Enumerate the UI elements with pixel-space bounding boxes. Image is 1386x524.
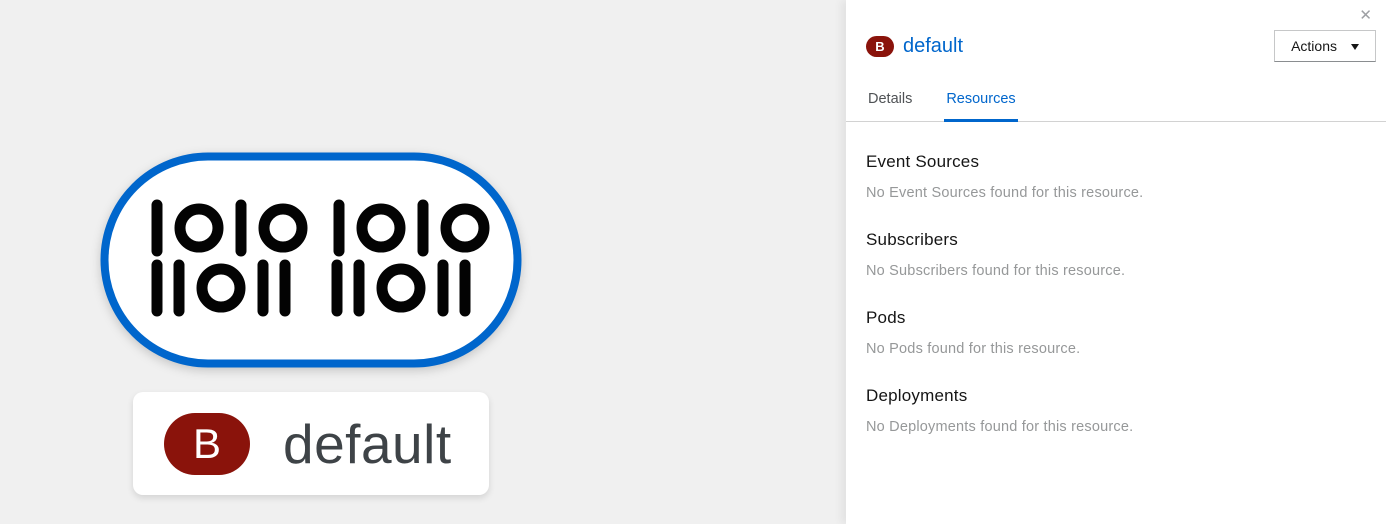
- section-subscribers: Subscribers No Subscribers found for thi…: [866, 230, 1366, 279]
- actions-dropdown[interactable]: Actions: [1274, 30, 1376, 62]
- actions-label: Actions: [1291, 38, 1337, 54]
- resource-side-panel: ✕ B default Actions Details Resources Ev…: [846, 0, 1386, 524]
- broker-node-label[interactable]: B default: [133, 392, 489, 495]
- empty-state-text: No Pods found for this resource.: [866, 341, 1366, 357]
- close-icon[interactable]: ✕: [1355, 4, 1376, 27]
- section-heading: Pods: [866, 308, 1366, 328]
- broker-badge: B: [866, 36, 894, 57]
- empty-state-text: No Deployments found for this resource.: [866, 419, 1366, 435]
- section-event-sources: Event Sources No Event Sources found for…: [866, 152, 1366, 201]
- section-heading: Event Sources: [866, 152, 1366, 172]
- panel-tabs: Details Resources: [846, 79, 1386, 122]
- binary-code-icon: [100, 152, 522, 368]
- tab-resources[interactable]: Resources: [944, 79, 1017, 122]
- broker-node-name: default: [283, 412, 452, 476]
- section-heading: Deployments: [866, 386, 1366, 406]
- section-heading: Subscribers: [866, 230, 1366, 250]
- panel-body: Event Sources No Event Sources found for…: [846, 122, 1386, 435]
- section-pods: Pods No Pods found for this resource.: [866, 308, 1366, 357]
- resource-title-link[interactable]: default: [903, 35, 963, 58]
- broker-badge: B: [164, 413, 250, 475]
- broker-node[interactable]: [100, 152, 522, 368]
- section-deployments: Deployments No Deployments found for thi…: [866, 386, 1366, 435]
- panel-header: B default Actions: [846, 0, 1386, 62]
- tab-details[interactable]: Details: [866, 79, 914, 122]
- empty-state-text: No Subscribers found for this resource.: [866, 263, 1366, 279]
- empty-state-text: No Event Sources found for this resource…: [866, 185, 1366, 201]
- topology-canvas[interactable]: B default: [0, 0, 846, 524]
- caret-down-icon: [1351, 44, 1359, 50]
